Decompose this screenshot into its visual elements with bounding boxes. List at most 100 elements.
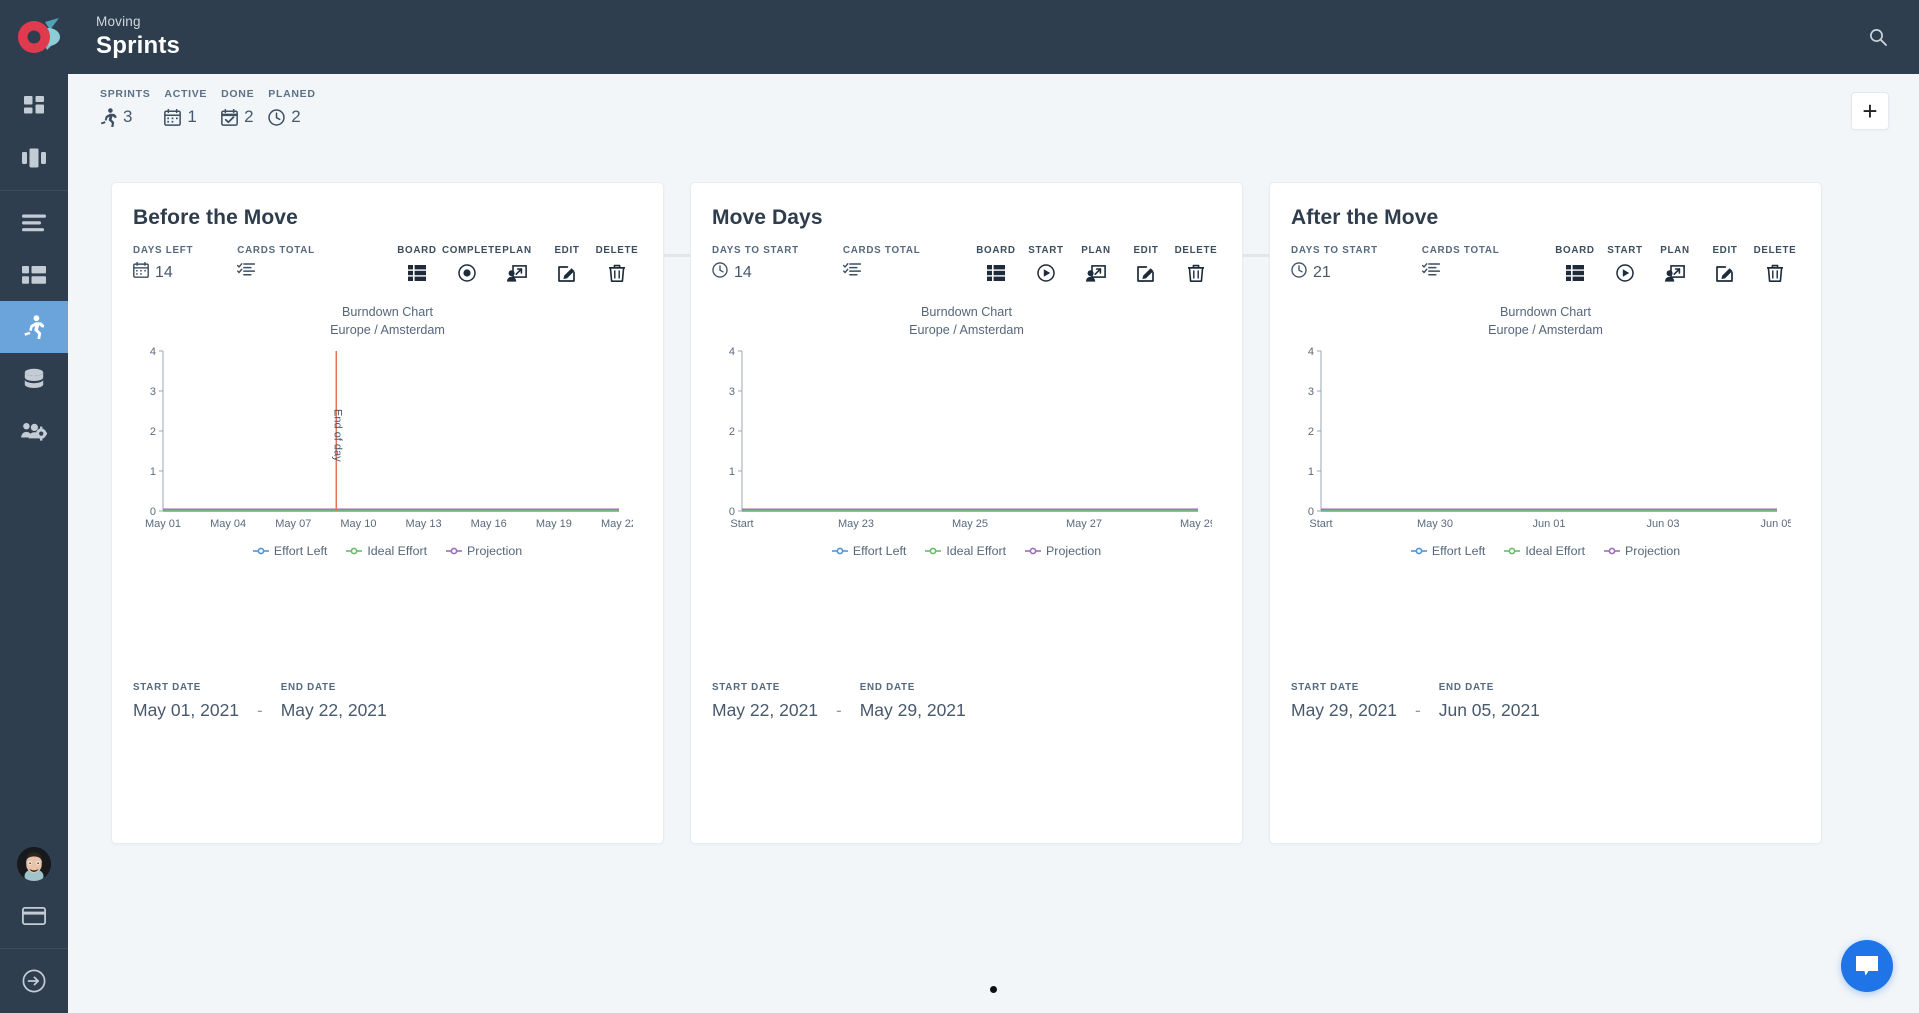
svg-text:3: 3 [729,386,735,398]
end-date-block: END DATE May 29, 2021 [860,682,966,722]
card-action-complete[interactable]: COMPLETE [442,245,503,283]
plan-person-icon [492,263,542,283]
runner-icon [24,315,44,339]
card-action-board[interactable]: BOARD [392,245,442,283]
card-action-delete[interactable]: DELETE [592,245,642,283]
chat-button[interactable] [1841,940,1893,992]
card-action-plan[interactable]: PLAN [1650,245,1700,283]
burndown-chart: Burndown Chart Europe / Amsterdam 0 1 2 3 4 Sta… [1291,303,1800,558]
card-action-edit[interactable]: EDIT [542,245,592,283]
edit-pencil-icon [542,263,592,283]
sidebar-item-profile[interactable] [0,838,68,890]
card-action-board[interactable]: BOARD [971,245,1021,283]
trash-icon [592,263,642,283]
legend-item[interactable]: Effort Left [1410,543,1485,559]
chart-title: Burndown Chart [1499,305,1591,319]
svg-text:May 25: May 25 [952,518,988,530]
chat-bubble-icon [1856,956,1878,976]
legend-item[interactable]: Effort Left [252,543,327,559]
card-action-edit[interactable]: EDIT [1121,245,1171,283]
svg-text:Jun 05: Jun 05 [1760,518,1791,530]
grid-blocks-icon [24,96,44,114]
legend-marker-icon [1504,547,1521,555]
card-action-plan[interactable]: PLAN [1071,245,1121,283]
card-meta-label: CARDS TOTAL [842,245,921,256]
legend-item[interactable]: Effort Left [831,543,907,559]
card-action-start[interactable]: START [1021,245,1071,283]
card-action-delete[interactable]: DELETE [1171,245,1221,283]
legend-label: Effort Left [852,544,907,558]
sidebar-item-sprints[interactable] [0,301,68,353]
stat-label: ACTIVE [164,88,208,100]
legend-item[interactable]: Projection [1604,543,1680,559]
edit-pencil-icon [1121,263,1171,283]
columns-icon [22,148,46,168]
sidebar-item-cards[interactable] [0,249,68,301]
card-action-plan[interactable]: PLAN [492,245,542,283]
legend-item[interactable]: Ideal Effort [346,543,427,559]
svg-text:Jun 01: Jun 01 [1532,518,1565,530]
stat-label: SPRINTS [100,88,151,100]
svg-text:May 01: May 01 [145,518,181,530]
app-logo[interactable] [6,16,74,58]
board-grid-icon [971,263,1021,283]
sidebar-group-primary [0,74,68,191]
sprint-card-list: Before the Move DAYS LEFT 14 CARDS TOTAL BOA… [111,182,1822,844]
svg-text:1: 1 [150,466,156,478]
start-date-block: START DATE May 29, 2021 [1291,682,1397,722]
card-action-edit[interactable]: EDIT [1700,245,1750,283]
clock-icon [712,262,728,284]
play-circle-icon [1021,263,1071,283]
legend-item[interactable]: Projection [446,543,522,559]
card-action-label: DELETE [1753,245,1797,256]
legend-label: Ideal Effort [1525,544,1586,558]
svg-text:2: 2 [150,426,156,438]
legend-item[interactable]: Projection [1025,543,1101,559]
database-icon [24,368,44,388]
svg-text:End of day: End of day [331,409,343,462]
sidebar-logout-group [0,949,68,1013]
card-action-board[interactable]: BOARD [1550,245,1600,283]
card-meta-value-row [237,262,315,284]
stat-number: 2 [291,107,301,126]
legend-item[interactable]: Ideal Effort [1504,543,1585,559]
legend-label: Projection [1625,544,1681,558]
sidebar-item-backlog[interactable] [0,197,68,249]
svg-text:May 23: May 23 [838,518,874,530]
stat-planed: PLANED 2 [268,88,315,127]
calendar-icon [133,261,149,284]
sidebar-item-boards[interactable] [0,132,68,184]
end-date-block: END DATE May 22, 2021 [281,682,387,722]
sidebar-bottom-group [0,832,68,1013]
card-actions: BOARD COMPLETE PLAN EDIT DELETE [392,245,642,283]
svg-text:3: 3 [150,386,156,398]
burndown-chart: Burndown Chart Europe / Amsterdam 0 1 2 3 4 Sta… [712,303,1221,558]
pagination-dot[interactable] [990,986,997,993]
add-sprint-button[interactable]: + [1851,92,1889,130]
sidebar-item-data[interactable] [0,353,68,405]
stat-value-row: 3 [100,107,150,127]
card-meta-label: DAYS TO START [1291,245,1378,256]
sidebar-item-billing[interactable] [0,890,68,942]
chart-subtitle: Europe / Amsterdam [1488,323,1603,337]
stat-label: PLANED [268,88,316,100]
card-action-delete[interactable]: DELETE [1750,245,1800,283]
date-separator: - [1415,701,1421,720]
sidebar-item-logout[interactable] [0,955,68,1007]
sidebar-item-team-settings[interactable] [0,405,68,457]
card-meta-days: DAYS LEFT 14 [133,245,193,284]
card-meta-days: DAYS TO START 14 [712,245,799,284]
legend-marker-icon [252,547,269,555]
start-date-block: START DATE May 01, 2021 [133,682,239,722]
card-meta-value-row [842,262,921,284]
svg-text:0: 0 [150,506,156,518]
search-button[interactable] [1861,20,1895,54]
legend-marker-icon [1025,547,1042,555]
card-action-label: COMPLETE [442,245,503,256]
chart-plot-area: 0 1 2 3 4 Start May 30 Jun 01 Jun 03 Jun 05 [1291,345,1800,537]
sidebar-item-dashboard[interactable] [0,80,68,132]
card-actions: BOARD START PLAN EDIT DELETE [971,245,1221,283]
legend-item[interactable]: Ideal Effort [925,543,1006,559]
card-action-start[interactable]: START [1600,245,1650,283]
edit-pencil-icon [1700,263,1750,283]
